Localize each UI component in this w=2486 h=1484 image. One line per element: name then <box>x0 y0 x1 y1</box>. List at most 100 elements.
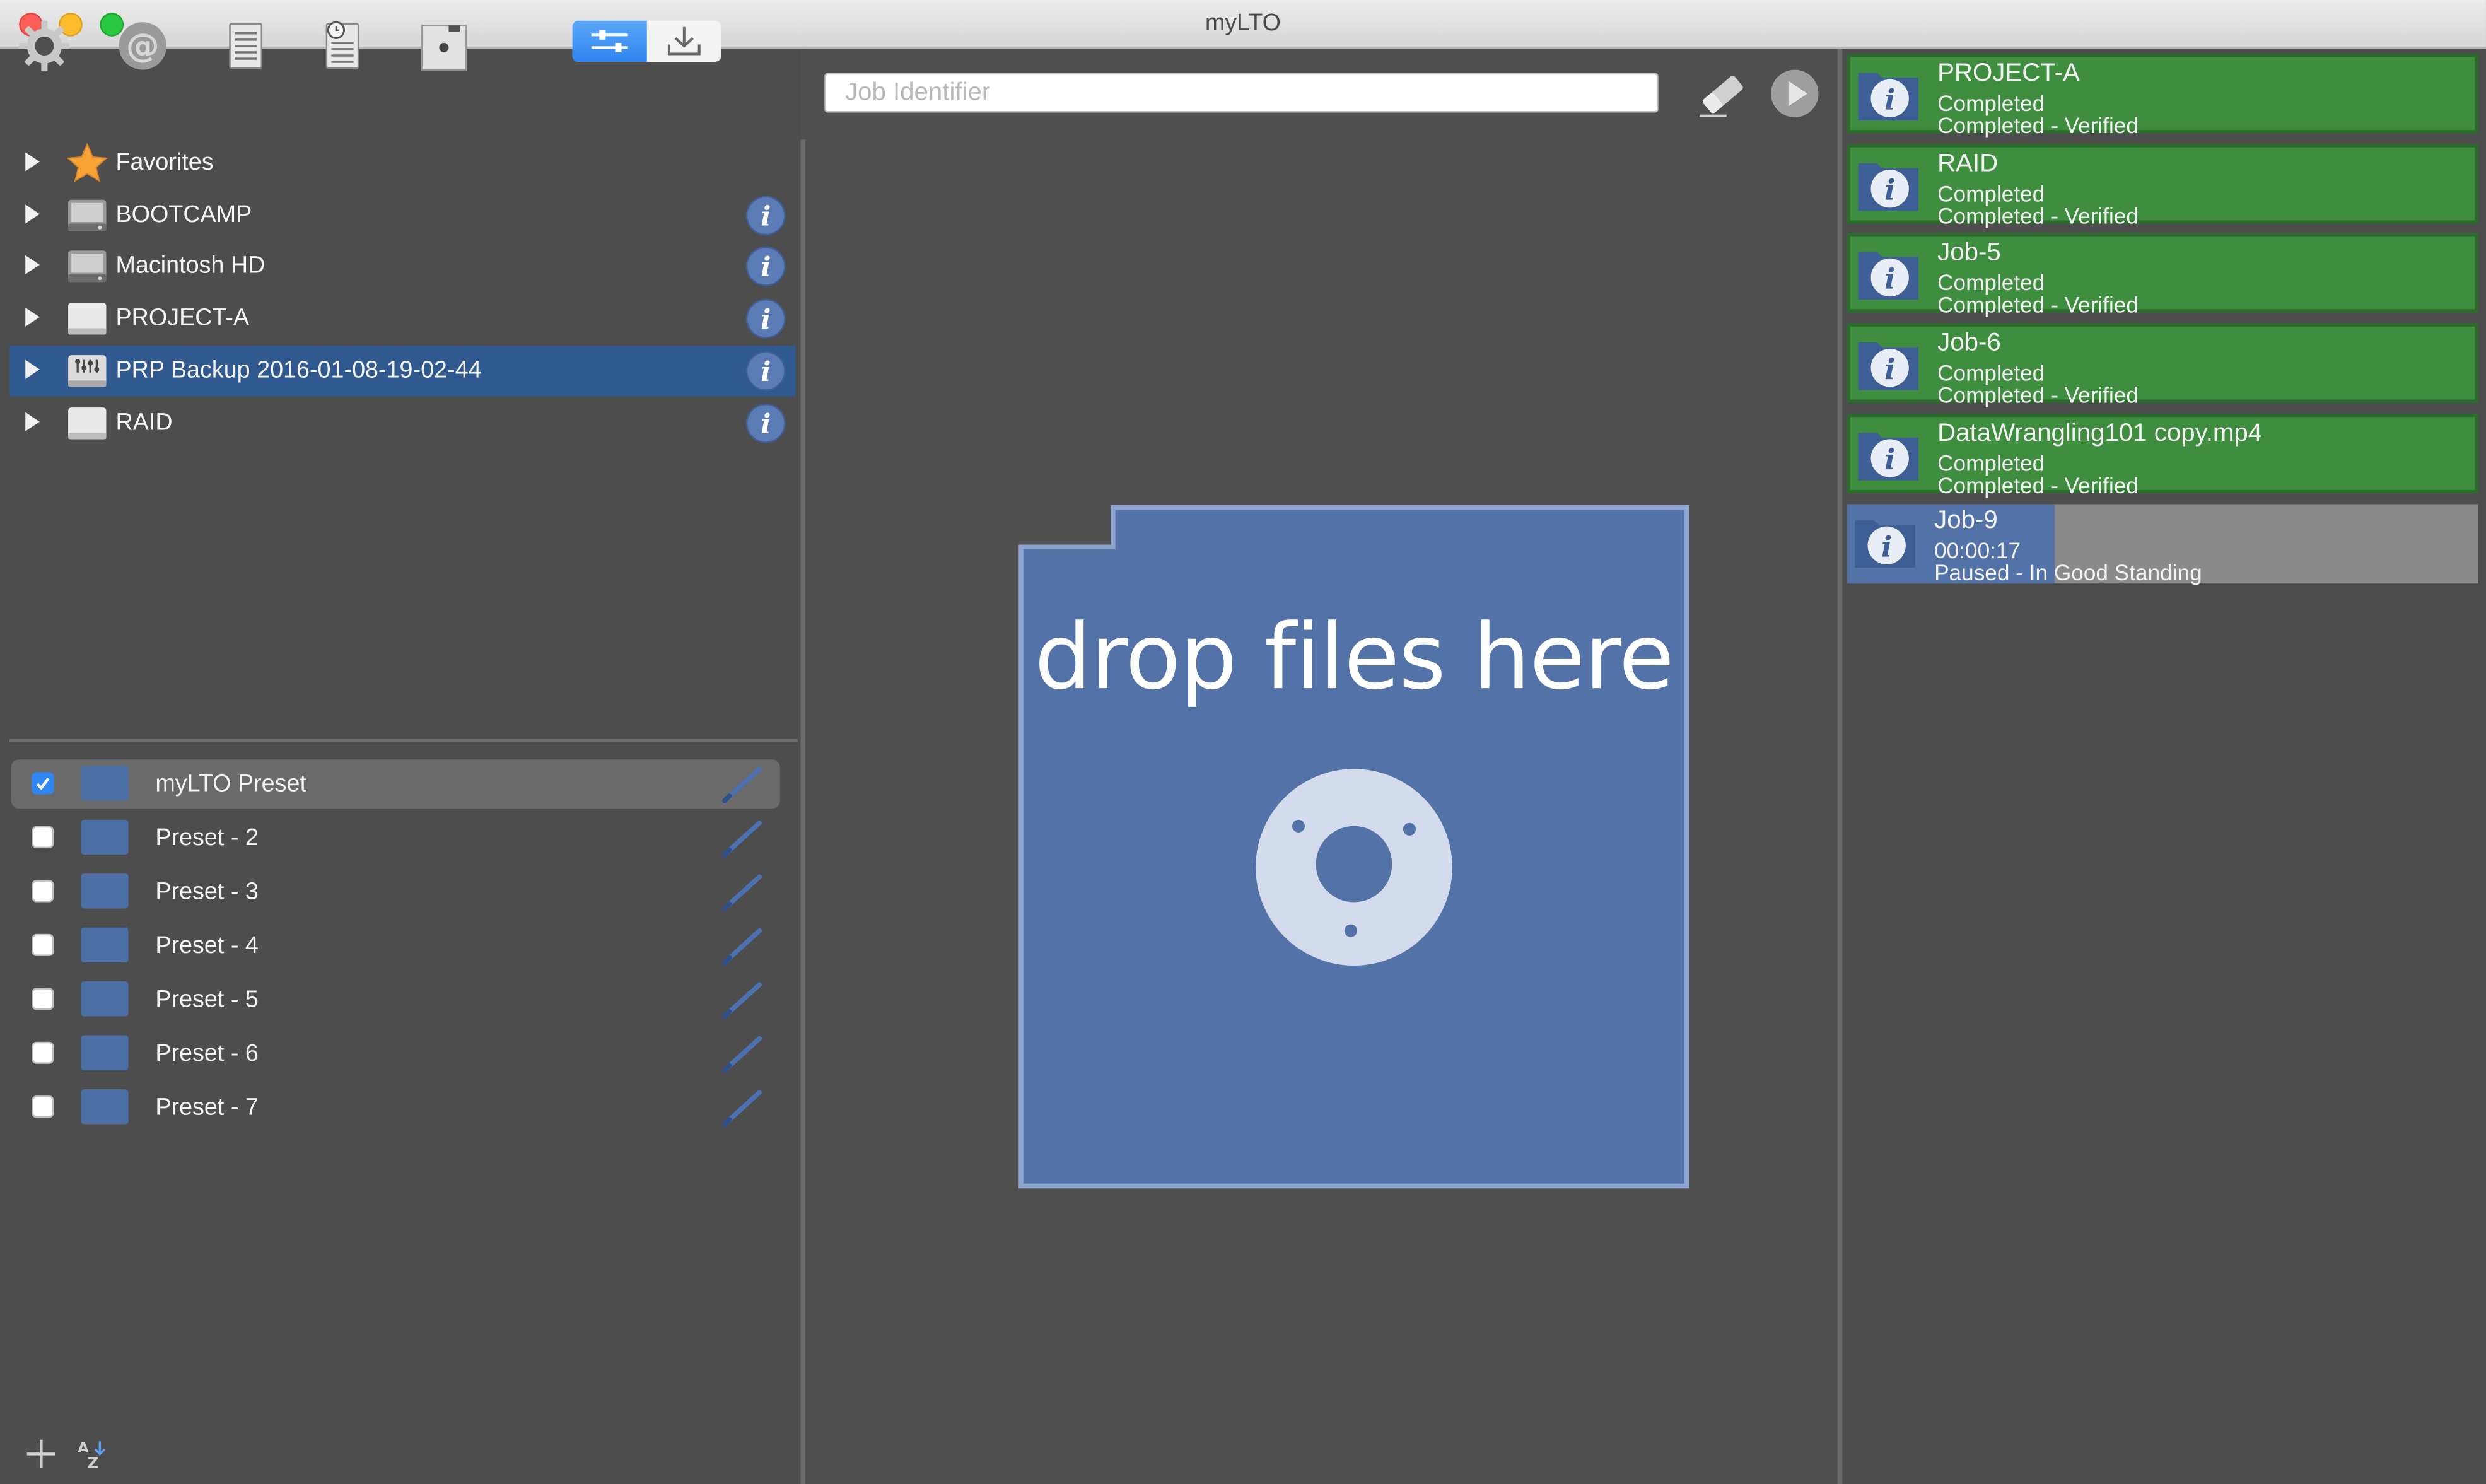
job-row[interactable]: i DataWrangling101 copy.mp4 Completed Compl… <box>1847 413 2478 498</box>
preset-color-swatch <box>81 927 129 962</box>
drop-zone[interactable]: drop files here <box>1018 504 1690 1189</box>
preset-row[interactable]: Preset - 5 <box>11 975 780 1024</box>
preset-label: myLTO Preset <box>155 770 306 798</box>
job-status: 00:00:17 <box>1934 536 2021 563</box>
disclosure-triangle-icon[interactable] <box>25 411 40 431</box>
preset-checkbox[interactable] <box>32 933 54 956</box>
sidebar-item-label: BOOTCAMP <box>115 201 252 228</box>
job-detail: Completed - Verified <box>1937 112 2139 138</box>
sidebar-item-prp-backup-2016-01-08-19-02-44[interactable]: PRP Backup 2016-01-08-19-02-44 i <box>9 345 797 396</box>
preset-row[interactable]: Preset - 6 <box>11 1029 780 1078</box>
sidebar-item-label: PROJECT-A <box>115 304 250 332</box>
disclosure-triangle-icon[interactable] <box>25 255 40 275</box>
svg-text:i: i <box>761 253 771 284</box>
right-splitter[interactable] <box>1837 49 1843 1484</box>
download-icon[interactable] <box>647 21 721 62</box>
job-status: Completed <box>1937 90 2045 116</box>
sidebar-item-raid[interactable]: RAID i <box>9 397 796 448</box>
job-name: Job-5 <box>1937 240 2001 267</box>
disclosure-triangle-icon[interactable] <box>25 307 40 327</box>
preset-row[interactable]: Preset - 2 <box>11 814 780 863</box>
preset-label: Preset - 4 <box>155 932 259 959</box>
edit-pencil-icon[interactable] <box>718 818 766 859</box>
preset-label: Preset - 6 <box>155 1040 259 1067</box>
sidebar-item-bootcamp[interactable]: BOOTCAMP i <box>9 190 796 240</box>
edit-pencil-icon[interactable] <box>718 926 766 967</box>
sliders-icon[interactable] <box>572 20 647 62</box>
job-detail: Completed - Verified <box>1937 382 2139 408</box>
info-icon[interactable]: i <box>745 350 786 391</box>
info-icon[interactable]: i <box>745 298 786 339</box>
job-status: Completed <box>1937 270 2045 296</box>
job-row[interactable]: i RAID Completed Completed - Verified <box>1847 143 2478 228</box>
svg-text:i: i <box>761 408 771 440</box>
edit-pencil-icon[interactable] <box>718 764 766 805</box>
disclosure-triangle-icon[interactable] <box>25 152 40 172</box>
preset-checkbox[interactable] <box>32 988 54 1010</box>
internal-drive-icon <box>67 194 108 235</box>
job-name: DataWrangling101 copy.mp4 <box>1937 419 2263 447</box>
job-identifier-field[interactable] <box>824 73 1659 113</box>
job-info-icon[interactable]: i <box>1855 423 1925 487</box>
job-info-icon[interactable]: i <box>1855 333 1925 397</box>
svg-text:i: i <box>1884 443 1895 476</box>
sidebar-item-label: RAID <box>115 408 173 436</box>
external-drive-icon <box>67 298 108 339</box>
preset-checkbox[interactable] <box>32 1095 54 1118</box>
edit-pencil-icon[interactable] <box>718 872 766 913</box>
sidebar-item-favorites[interactable]: Favorites <box>9 138 796 189</box>
sidebar-item-project-a[interactable]: PROJECT-A i <box>9 293 796 344</box>
job-identifier-input[interactable] <box>826 74 1657 111</box>
svg-text:i: i <box>1881 529 1892 563</box>
job-info-icon[interactable]: i <box>1855 64 1925 127</box>
title-bar: myLTO <box>0 0 2486 49</box>
preset-label: Preset - 7 <box>155 1094 259 1121</box>
sidebar-divider[interactable] <box>9 739 798 742</box>
eraser-icon[interactable] <box>1695 68 1752 122</box>
at-icon[interactable]: @ <box>116 19 170 73</box>
preset-row[interactable]: myLTO Preset <box>11 759 780 809</box>
job-status: Completed <box>1937 180 2045 206</box>
preset-row[interactable]: Preset - 7 <box>11 1083 780 1132</box>
job-row[interactable]: i PROJECT-A Completed Completed - Verified <box>1847 54 2478 138</box>
svg-text:@: @ <box>126 27 160 66</box>
job-info-icon[interactable]: i <box>1855 243 1925 307</box>
job-status: Completed <box>1937 450 2045 476</box>
disclosure-triangle-icon[interactable] <box>25 359 40 379</box>
preset-row[interactable]: Preset - 4 <box>11 921 780 971</box>
mode-segmented-control[interactable] <box>572 20 721 62</box>
job-row[interactable]: i Job-9 00:00:17 Paused - In Good Standing <box>1847 503 2478 584</box>
edit-pencil-icon[interactable] <box>718 1088 766 1129</box>
sidebar-item-macintosh-hd[interactable]: Macintosh HD i <box>9 242 796 292</box>
job-name: PROJECT-A <box>1937 60 2080 88</box>
info-icon[interactable]: i <box>745 402 786 443</box>
preset-checkbox[interactable] <box>32 826 54 848</box>
job-row[interactable]: i Job-5 Completed Completed - Verified <box>1847 233 2478 318</box>
preset-checkbox[interactable] <box>32 1041 54 1064</box>
edit-pencil-icon[interactable] <box>718 980 766 1021</box>
info-icon[interactable]: i <box>745 194 786 235</box>
job-name: RAID <box>1937 150 1999 177</box>
job-info-icon[interactable]: i <box>1852 510 1922 573</box>
info-icon[interactable]: i <box>745 247 786 288</box>
edit-pencil-icon[interactable] <box>718 1034 766 1075</box>
tape-drive-icon[interactable] <box>417 19 470 73</box>
job-detail: Completed - Verified <box>1937 472 2139 498</box>
preset-checkbox[interactable] <box>32 772 54 795</box>
preset-row[interactable]: Preset - 3 <box>11 867 780 916</box>
left-splitter[interactable] <box>800 139 806 1484</box>
job-row[interactable]: i Job-6 Completed Completed - Verified <box>1847 324 2478 407</box>
disclosure-triangle-icon[interactable] <box>25 204 40 223</box>
play-icon[interactable] <box>1770 68 1823 122</box>
job-info-icon[interactable]: i <box>1855 153 1925 217</box>
job-detail: Completed - Verified <box>1937 292 2139 318</box>
gear-icon[interactable] <box>18 19 71 73</box>
preset-checkbox[interactable] <box>32 880 54 903</box>
svg-text:i: i <box>761 356 771 388</box>
document-list-icon[interactable] <box>219 19 272 73</box>
internal-drive-icon <box>67 247 108 288</box>
document-clock-icon[interactable] <box>315 19 369 73</box>
add-icon[interactable] <box>24 1437 59 1480</box>
sort-az-icon[interactable]: A Z <box>74 1437 109 1480</box>
preset-label: Preset - 2 <box>155 824 259 852</box>
